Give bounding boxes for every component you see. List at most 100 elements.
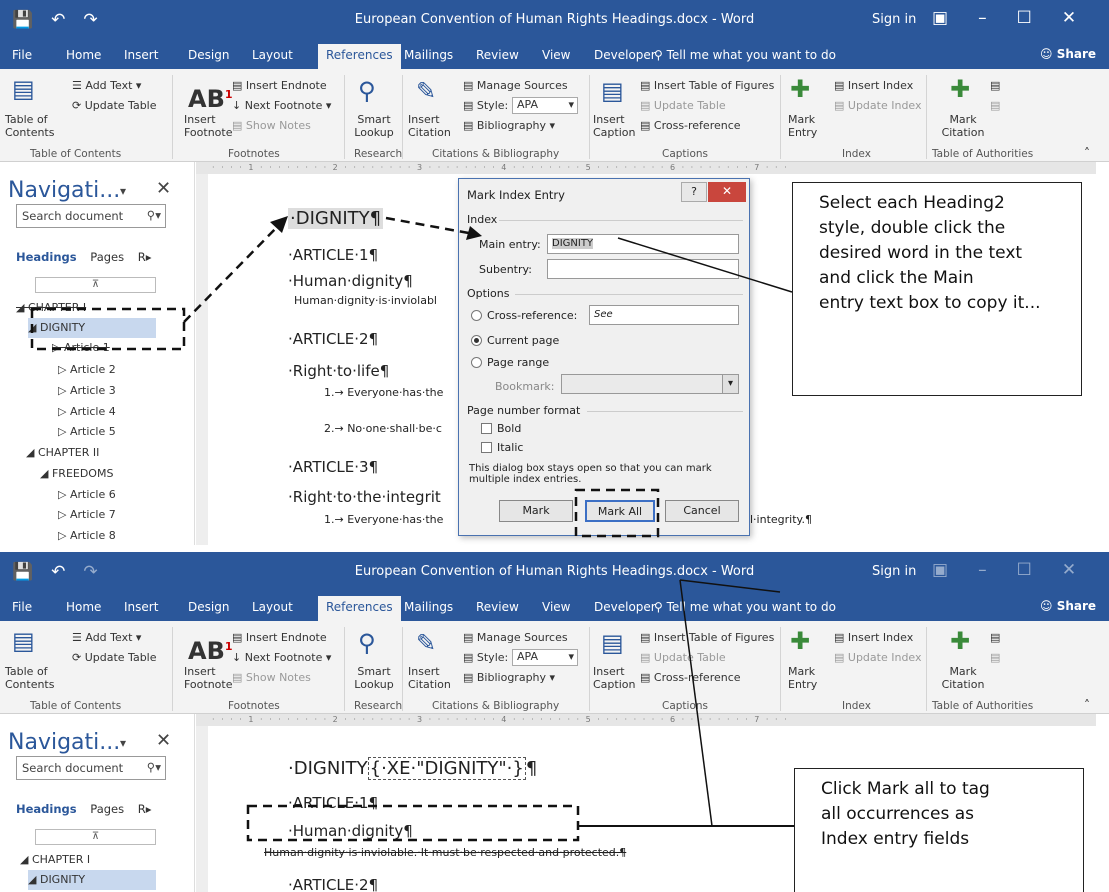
update-toa-icon[interactable]: ▤ — [990, 651, 1000, 664]
tab-review[interactable]: Review — [476, 600, 519, 614]
tab-pages[interactable]: Pages — [90, 802, 124, 816]
horizontal-ruler[interactable]: · · · · 1 · · · · · · · · 2 · · · · · · … — [196, 162, 1096, 174]
tab-insert[interactable]: Insert — [124, 48, 158, 62]
heading-article-3[interactable]: ·ARTICLE·3¶ — [288, 458, 378, 476]
smart-lookup-button[interactable]: Smart Lookup — [352, 113, 396, 139]
bibliography-button[interactable]: ▤ Bibliography ▾ — [463, 671, 555, 684]
close-icon[interactable]: ✕ — [1062, 8, 1076, 28]
tree-item-chapter-1[interactable]: ◢ CHAPTER I — [16, 298, 86, 318]
sign-in-link[interactable]: Sign in — [872, 12, 916, 27]
mark-button[interactable]: Mark — [499, 500, 573, 522]
bookmark-select[interactable]: ▾ — [561, 374, 739, 394]
smart-lookup-button[interactable]: Smart Lookup — [352, 665, 396, 691]
insert-caption-button[interactable]: Insert Caption — [593, 665, 635, 691]
update-table-captions-button[interactable]: ▤ Update Table — [640, 99, 726, 112]
italic-checkbox[interactable] — [481, 442, 492, 453]
ribbon-display-icon[interactable]: ▣ — [932, 8, 948, 28]
heading-article-1[interactable]: ·ARTICLE·1¶ — [288, 246, 378, 264]
show-notes-button[interactable]: ▤ Show Notes — [232, 119, 311, 132]
tree-item-article-6[interactable]: ▷ Article 6 — [58, 485, 116, 505]
tree-item-dignity[interactable]: ◢ DIGNITY — [28, 870, 156, 890]
xe-field-code[interactable]: {·XE·"DIGNITY"·} — [367, 757, 526, 780]
mark-all-button[interactable]: Mark All — [585, 500, 655, 522]
tab-headings[interactable]: Headings — [16, 802, 77, 816]
tab-home[interactable]: Home — [66, 48, 101, 62]
update-toa-icon[interactable]: ▤ — [990, 99, 1000, 112]
tree-item-article-5[interactable]: ▷ Article 5 — [58, 422, 116, 442]
help-icon[interactable]: ? — [681, 182, 707, 202]
tree-item-dignity[interactable]: ◢ DIGNITY — [28, 318, 156, 338]
tree-item-chapter-2[interactable]: ◢ CHAPTER II — [26, 443, 99, 463]
list-item-tail[interactable]: l·integrity.¶ — [750, 513, 812, 526]
insert-index-button[interactable]: ▤ Insert Index — [834, 631, 913, 644]
insert-index-button[interactable]: ▤ Insert Index — [834, 79, 913, 92]
add-text-button[interactable]: ☰ Add Text ▾ — [72, 631, 141, 644]
collapse-ribbon-icon[interactable]: ˄ — [1084, 699, 1090, 712]
bold-checkbox[interactable] — [481, 423, 492, 434]
cross-reference-field[interactable]: See — [589, 305, 739, 325]
tab-references[interactable]: References — [318, 44, 401, 69]
insert-footnote-button[interactable]: Insert Footnote — [184, 113, 233, 139]
collapse-ribbon-icon[interactable]: ˄ — [1084, 147, 1090, 160]
show-notes-button[interactable]: ▤ Show Notes — [232, 671, 311, 684]
update-index-button[interactable]: ▤ Update Index — [834, 651, 922, 664]
list-item[interactable]: 2.→ No·one·shall·be·c — [324, 422, 442, 435]
tab-view[interactable]: View — [542, 600, 570, 614]
update-index-button[interactable]: ▤ Update Index — [834, 99, 922, 112]
insert-citation-button[interactable]: Insert Citation — [408, 665, 458, 691]
heading-right-to-integrity[interactable]: ·Right·to·the·integrit — [288, 488, 441, 506]
tab-mailings[interactable]: Mailings — [404, 600, 453, 614]
mark-entry-button[interactable]: Mark Entry — [788, 665, 822, 691]
update-table-button[interactable]: ⟳ Update Table — [72, 651, 157, 664]
ribbon-display-icon[interactable]: ▣ — [932, 560, 948, 580]
minimize-icon[interactable]: – — [978, 560, 987, 580]
close-icon[interactable]: ✕ — [156, 730, 171, 751]
list-item[interactable]: 1.→ Everyone·has·the — [324, 513, 443, 526]
tab-results[interactable]: R▸ — [138, 802, 152, 816]
share-button[interactable]: ☺ Share — [1040, 599, 1096, 613]
tab-headings[interactable]: Headings — [16, 250, 77, 264]
heading-article-2[interactable]: ·ARTICLE·2¶ — [288, 330, 378, 348]
tree-item-freedoms[interactable]: ◢ FREEDOMS — [40, 464, 113, 484]
heading-dignity[interactable]: ·DIGNITY {·XE·"DIGNITY"·} ¶ — [288, 757, 537, 780]
mark-entry-button[interactable]: Mark Entry — [788, 113, 822, 139]
insert-caption-button[interactable]: Insert Caption — [593, 113, 635, 139]
tab-insert[interactable]: Insert — [124, 600, 158, 614]
toc-button[interactable]: Table of Contents — [5, 665, 61, 691]
main-entry-field[interactable]: DIGNITY — [547, 234, 739, 254]
tab-design[interactable]: Design — [188, 48, 229, 62]
insert-citation-button[interactable]: Insert Citation — [408, 113, 458, 139]
tab-file[interactable]: File — [12, 600, 32, 614]
current-page-radio[interactable] — [471, 335, 482, 346]
heading-human-dignity[interactable]: ·Human·dignity¶ — [288, 272, 413, 290]
insert-toa-icon[interactable]: ▤ — [990, 631, 1000, 644]
style-dropdown[interactable]: APA ▾ — [512, 649, 578, 666]
sign-in-link[interactable]: Sign in — [872, 564, 916, 579]
cross-reference-button[interactable]: ▤ Cross-reference — [640, 119, 741, 132]
insert-endnote-button[interactable]: ▤ Insert Endnote — [232, 79, 327, 92]
insert-toa-icon[interactable]: ▤ — [990, 79, 1000, 92]
tab-references[interactable]: References — [318, 596, 401, 621]
search-input[interactable]: Search document ⚲▾ — [16, 204, 166, 228]
search-icon[interactable]: ⚲▾ — [147, 760, 161, 774]
tab-layout[interactable]: Layout — [252, 600, 293, 614]
update-table-button[interactable]: ⟳ Update Table — [72, 99, 157, 112]
minimize-icon[interactable]: – — [978, 8, 987, 28]
insert-footnote-button[interactable]: Insert Footnote — [184, 665, 233, 691]
search-icon[interactable]: ⚲▾ — [147, 208, 161, 222]
close-icon[interactable]: ✕ — [708, 182, 746, 202]
mark-citation-button[interactable]: Mark Citation — [938, 113, 988, 139]
next-footnote-button[interactable]: ↓ Next Footnote ▾ — [232, 99, 331, 112]
close-icon[interactable]: ✕ — [156, 178, 171, 199]
tab-file[interactable]: File — [12, 48, 32, 62]
tab-pages[interactable]: Pages — [90, 250, 124, 264]
tree-item-article-3[interactable]: ▷ Article 3 — [58, 381, 116, 401]
style-dropdown[interactable]: APA ▾ — [512, 97, 578, 114]
tree-item-article-7[interactable]: ▷ Article 7 — [58, 505, 116, 525]
tree-item-article-1[interactable]: ▷ Article 1 — [52, 338, 110, 358]
cross-reference-radio[interactable] — [471, 310, 482, 321]
search-input[interactable]: Search document ⚲▾ — [16, 756, 166, 780]
subentry-field[interactable] — [547, 259, 739, 279]
tell-me-box[interactable]: ⚲ Tell me what you want to do — [654, 48, 836, 62]
body-text[interactable]: Human·dignity·is·inviolable.·It·must·be·… — [264, 846, 626, 859]
